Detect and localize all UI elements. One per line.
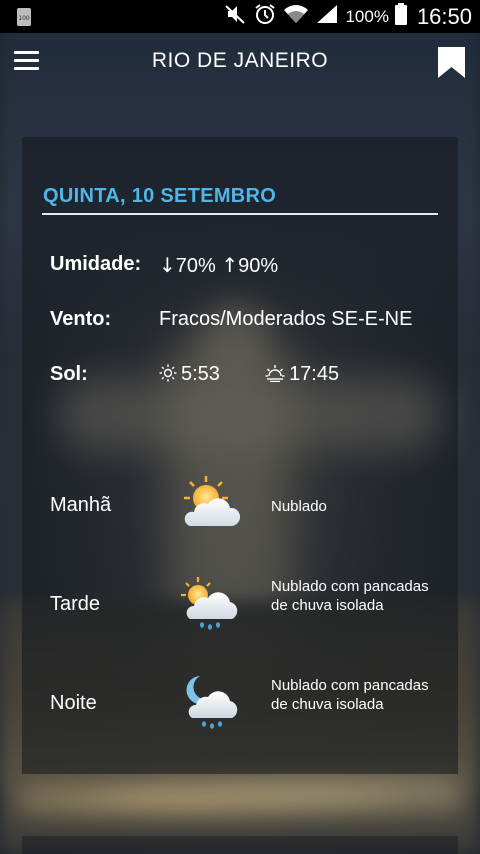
forecast-date: QUINTA, 10 SETEMBRO <box>43 185 277 207</box>
wifi-icon <box>283 3 309 30</box>
humidity-label: Umidade: <box>50 253 142 275</box>
partly-cloudy-sun-icon <box>184 476 241 526</box>
screen: 100 100% 16:50 RIO DE JANEIRO QUINTA, 10… <box>0 0 480 854</box>
humidity-value: ↓70% ↑90% <box>159 253 278 278</box>
period-description: Nublado com pancadas de chuva isolada <box>271 578 429 614</box>
svg-text:100: 100 <box>18 15 30 22</box>
signal-icon <box>315 3 339 30</box>
period-description: Nublado com pancadas de chuva isolada <box>271 677 429 713</box>
sun-cloud-rain-icon <box>181 577 238 630</box>
humidity-min: 70% <box>175 255 216 277</box>
status-bar: 100 100% 16:50 <box>0 0 480 33</box>
period-row-afternoon: Tarde Nublado com pancadas de chuva isol… <box>22 571 458 661</box>
sun-label: Sol: <box>50 363 88 385</box>
date-divider <box>42 213 438 215</box>
arrow-up-icon: ↑ <box>221 253 239 277</box>
bookmark-button[interactable] <box>437 46 466 79</box>
bookmark-icon <box>438 47 465 78</box>
sunrise-time: 5:53 <box>181 363 220 385</box>
sunrise-icon <box>159 364 177 382</box>
sun-times: 5:53 17:45 <box>159 363 339 386</box>
next-card-peek[interactable] <box>22 836 458 854</box>
mute-icon <box>223 3 247 30</box>
period-label: Tarde <box>50 593 101 615</box>
period-label: Manhã <box>50 494 112 516</box>
wind-value: Fracos/Moderados SE-E-NE <box>159 308 413 330</box>
forecast-card: QUINTA, 10 SETEMBRO Umidade: ↓70% ↑90% V… <box>22 137 458 774</box>
period-label: Noite <box>50 692 97 714</box>
wind-label: Vento: <box>50 308 112 330</box>
period-row-night: Noite Nublado com pancadas de chuva isol… <box>22 670 458 760</box>
arrow-down-icon: ↓ <box>159 253 176 277</box>
moon-cloud-rain-icon <box>186 676 238 729</box>
humidity-max: 90% <box>238 255 279 277</box>
status-icons: 100% 16:50 <box>223 0 472 33</box>
page-title: RIO DE JANEIRO <box>151 49 329 72</box>
background-city-lights <box>20 770 460 830</box>
sunset-time: 17:45 <box>289 363 340 385</box>
storage-badge-icon: 100 <box>16 7 32 32</box>
app-bar: RIO DE JANEIRO <box>0 33 480 91</box>
sunset-icon <box>265 365 285 382</box>
battery-percent: 100% <box>345 6 389 26</box>
alarm-icon <box>253 3 277 30</box>
clock: 16:50 <box>416 3 472 29</box>
period-row-morning: Manhã Nublado <box>22 472 458 562</box>
period-description: Nublado <box>271 498 327 515</box>
battery-icon <box>394 3 407 30</box>
